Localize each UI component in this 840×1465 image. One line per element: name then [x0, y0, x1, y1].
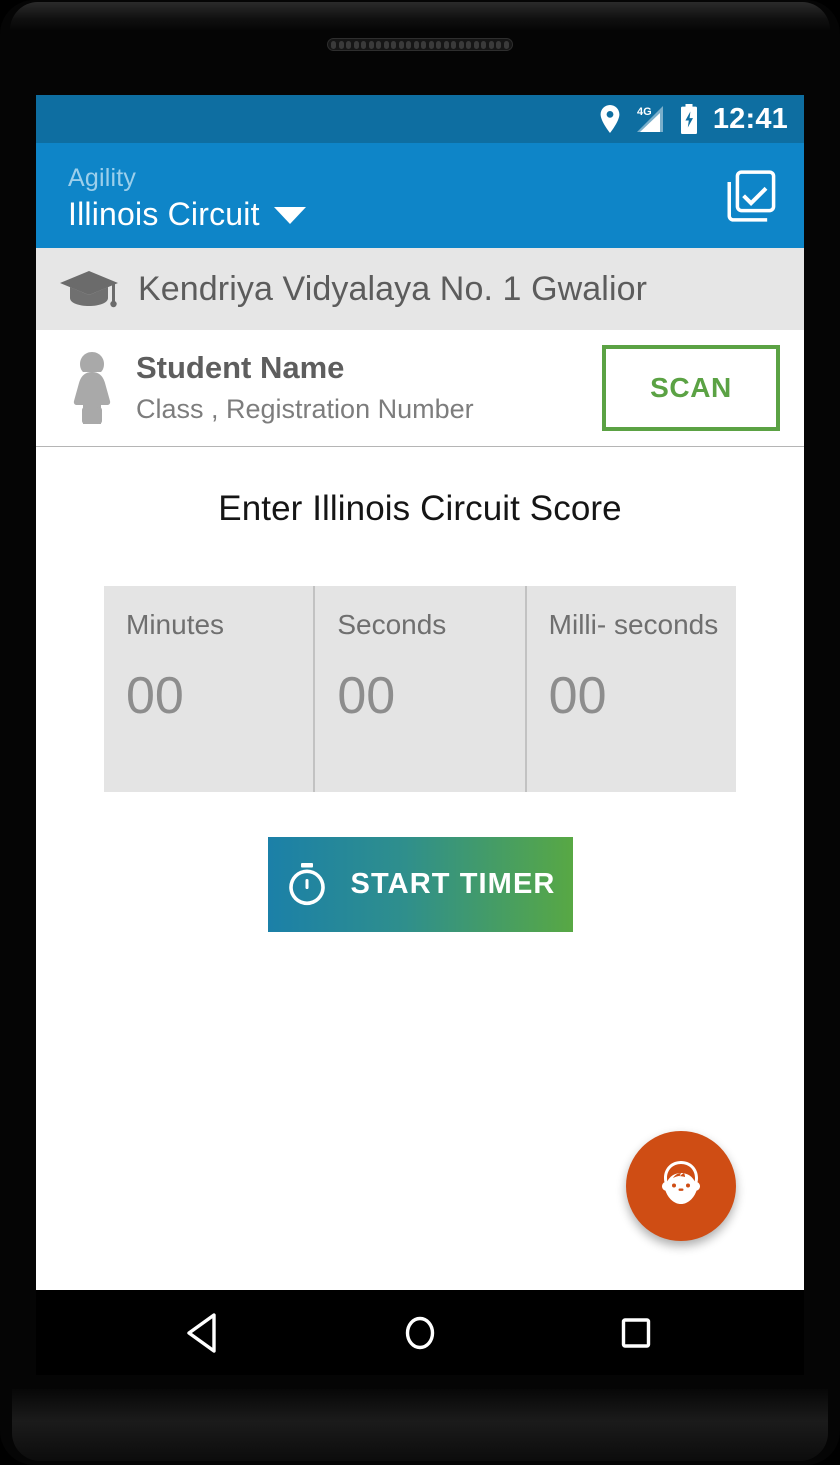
svg-text:4G: 4G — [637, 106, 652, 118]
app-bar-title: Illinois Circuit — [68, 195, 260, 232]
milliseconds-field[interactable]: Milli- seconds 00 — [524, 586, 736, 792]
app-bar-title-block[interactable]: Agility Illinois Circuit — [68, 159, 724, 233]
student-meta: Class , Registration Number — [136, 394, 474, 424]
minutes-value: 00 — [126, 667, 184, 725]
school-name: Kendriya Vidyalaya No. 1 Gwalior — [138, 269, 648, 308]
minutes-label: Minutes — [126, 609, 225, 640]
library-add-check-icon[interactable] — [724, 168, 780, 224]
stopwatch-icon — [288, 862, 325, 905]
android-nav-bar — [36, 1290, 804, 1375]
top-bezel — [10, 2, 830, 30]
event-selector[interactable]: Illinois Circuit — [68, 195, 724, 233]
start-timer-label: START TIMER — [350, 868, 556, 900]
chevron-down-icon[interactable] — [273, 207, 306, 224]
student-name: Student Name — [136, 350, 345, 385]
graduation-cap-icon — [60, 271, 118, 308]
milliseconds-value: 00 — [548, 667, 607, 725]
status-bar: 4G 12:41 — [36, 95, 804, 143]
student-girl-icon — [73, 352, 111, 424]
student-row: Student Name Class , Registration Number… — [36, 330, 804, 447]
student-fab-button[interactable] — [626, 1131, 736, 1241]
page-title: Enter Illinois Circuit Score — [218, 489, 622, 528]
child-face-icon — [662, 1161, 700, 1204]
school-header-row: Kendriya Vidyalaya No. 1 Gwalior — [36, 248, 804, 330]
status-bar-clock: 12:41 — [712, 102, 788, 135]
recents-icon[interactable] — [606, 1303, 666, 1363]
time-input-group: Minutes 00 Seconds 00 Milli- seconds 00 — [104, 586, 736, 792]
app-bar-subtitle: Agility — [68, 163, 137, 192]
student-text-block: Student Name Class , Registration Number — [136, 348, 602, 428]
app-bar: Agility Illinois Circuit — [36, 143, 804, 248]
bottom-bezel — [12, 1389, 828, 1461]
minutes-field[interactable]: Minutes 00 — [104, 586, 313, 792]
seconds-field[interactable]: Seconds 00 — [313, 586, 524, 792]
main-content: Enter Illinois Circuit Score Minutes 00 … — [36, 447, 804, 1289]
battery-charging-icon — [680, 104, 697, 134]
scan-button[interactable]: SCAN — [602, 345, 780, 431]
location-pin-icon — [600, 105, 620, 133]
phone-screen: 4G 12:41 Agility Illinois Circuit Kendri… — [36, 95, 804, 1290]
home-icon[interactable] — [390, 1303, 450, 1363]
start-timer-button[interactable]: START TIMER — [267, 837, 573, 932]
back-icon[interactable] — [174, 1303, 234, 1363]
signal-4g-icon: 4G — [636, 106, 663, 132]
milliseconds-label: Milli- seconds — [548, 609, 719, 640]
seconds-label: Seconds — [337, 609, 447, 640]
earpiece-speaker-grille — [327, 38, 513, 51]
seconds-value: 00 — [337, 667, 396, 725]
